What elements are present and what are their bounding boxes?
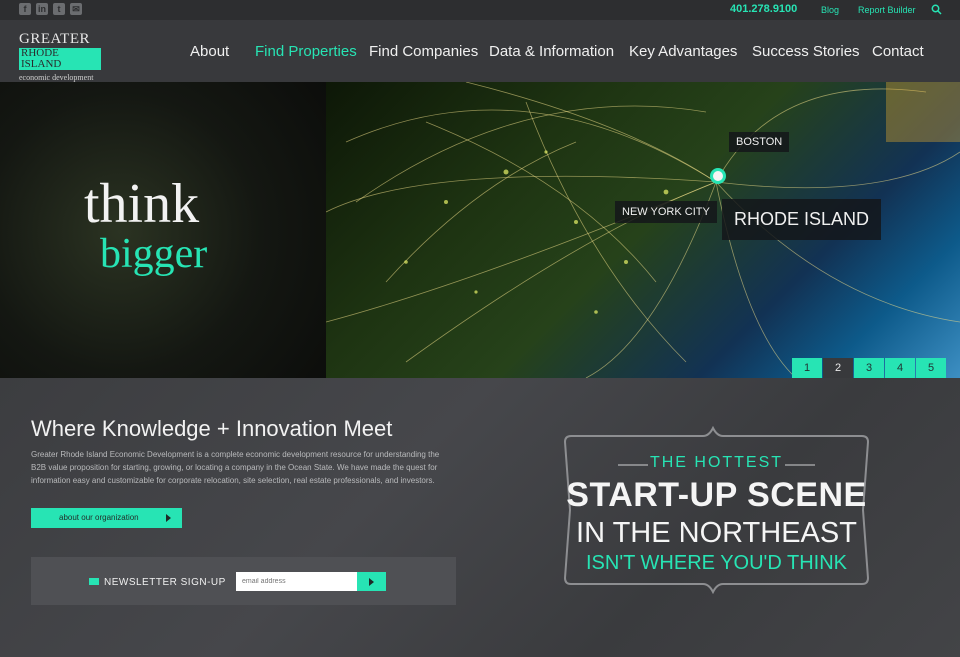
nav-about[interactable]: About — [190, 43, 229, 60]
site-header: GREATER RHODE ISLAND economic developmen… — [0, 20, 960, 82]
arrow-right-icon — [166, 514, 171, 522]
logo-line-2: RHODE ISLAND — [19, 48, 101, 70]
logo-line-1: GREATER — [19, 31, 90, 47]
promo-line-3: IN THE NORTHEAST — [576, 517, 857, 549]
site-logo[interactable]: GREATER RHODE ISLAND economic developmen… — [19, 32, 101, 82]
hero-bigger: bigger — [100, 231, 208, 277]
hero-think: think — [84, 173, 200, 235]
phone-number[interactable]: 401.278.9100 — [730, 3, 797, 15]
logo-line-3: economic development — [19, 73, 94, 82]
label-boston: BOSTON — [729, 132, 790, 152]
nav-find-companies[interactable]: Find Companies — [369, 43, 478, 60]
nav-find-properties[interactable]: Find Properties — [255, 43, 357, 60]
report-builder-link[interactable]: Report Builder — [858, 5, 916, 15]
about-button-label: about our organization — [59, 513, 139, 522]
promo-line-4: ISN'T WHERE YOU'D THINK — [585, 552, 847, 574]
blog-link[interactable]: Blog — [821, 5, 839, 15]
linkedin-icon[interactable]: in — [36, 3, 48, 15]
section-heading: Where Knowledge + Innovation Meet — [31, 416, 393, 441]
slide-3-button[interactable]: 3 — [854, 358, 884, 378]
twitter-icon[interactable]: t — [53, 3, 65, 15]
email-field[interactable] — [236, 572, 357, 591]
hero-slider: think bigger BOSTON NEW YORK CITY RHODE … — [0, 82, 960, 378]
nav-data-information[interactable]: Data & Information — [489, 43, 614, 60]
label-new-york-city: NEW YORK CITY — [615, 201, 717, 223]
promo-banner[interactable]: THE HOTTEST START-UP SCENE IN THE NORTHE… — [563, 426, 870, 594]
arrow-right-icon — [369, 578, 374, 586]
email-icon[interactable]: ✉ — [70, 3, 82, 15]
utility-bar: f in t ✉ 401.278.9100 Blog Report Builde… — [0, 0, 960, 20]
newsletter-label: NEWSLETTER SIGN-UP — [104, 577, 226, 588]
label-rhode-island: RHODE ISLAND — [722, 199, 882, 240]
nav-key-advantages[interactable]: Key Advantages — [629, 43, 737, 60]
nav-contact[interactable]: Contact — [872, 43, 924, 60]
slide-4-button[interactable]: 4 — [885, 358, 915, 378]
section-description: Greater Rhode Island Economic Developmen… — [31, 450, 440, 485]
envelope-icon — [89, 578, 99, 585]
newsletter-signup: NEWSLETTER SIGN-UP — [31, 557, 456, 605]
slide-2-button[interactable]: 2 — [823, 358, 853, 378]
content-section: Where Knowledge + Innovation Meet Greate… — [0, 378, 960, 657]
slide-pagination: 1 2 3 4 5 — [792, 358, 947, 378]
slide-1-button[interactable]: 1 — [792, 358, 822, 378]
search-icon[interactable] — [931, 4, 942, 15]
facebook-icon[interactable]: f — [19, 3, 31, 15]
promo-line-2: START-UP SCENE — [566, 476, 867, 514]
nav-success-stories[interactable]: Success Stories — [752, 43, 860, 60]
social-icons: f in t ✉ — [19, 3, 82, 15]
about-organization-button[interactable]: about our organization — [31, 508, 182, 528]
location-marker-icon — [710, 168, 726, 184]
promo-line-1: THE HOTTEST — [649, 454, 784, 471]
newsletter-submit-button[interactable] — [357, 572, 386, 591]
slide-5-button[interactable]: 5 — [916, 358, 946, 378]
